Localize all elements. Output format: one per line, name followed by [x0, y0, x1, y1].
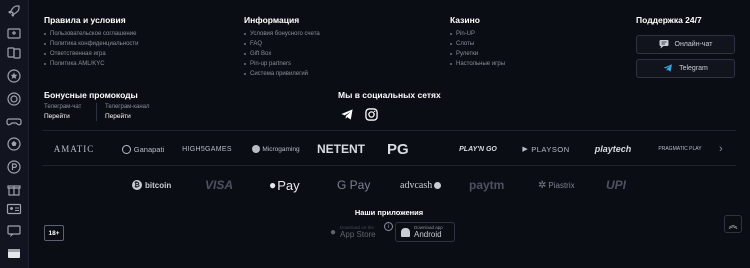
- casino-link-roulette[interactable]: Рулетки: [450, 49, 505, 59]
- terms-title: Правила и условия: [44, 15, 126, 25]
- payment-bitcoin-label: bitcoin: [145, 180, 172, 190]
- divider-middle: [42, 165, 736, 166]
- payment-google-pay: G Pay: [337, 178, 371, 192]
- provider-ganapati-label: Ganapati: [133, 144, 165, 154]
- android-icon: [401, 227, 410, 237]
- target-icon[interactable]: [5, 90, 23, 108]
- app-store-button[interactable]: ● Download on the App Store: [325, 222, 381, 242]
- gamepad-icon[interactable]: [5, 112, 23, 130]
- android-big-label: Android: [414, 230, 442, 239]
- apple-icon: ●: [269, 178, 277, 192]
- payment-paytm: paytm: [469, 178, 505, 192]
- provider-pgsoft-label: PG: [387, 140, 409, 158]
- payment-advcash: advcash: [400, 177, 442, 193]
- chevron-right-icon[interactable]: ›: [719, 143, 729, 155]
- promo-telegram-chat-label: Телеграм-чат: [44, 104, 82, 110]
- payment-apple-pay: ● Pay: [269, 177, 300, 193]
- casino-title: Казино: [450, 15, 480, 25]
- casino-link-table-games[interactable]: Настольные игры: [450, 59, 505, 69]
- pinup-icon[interactable]: [5, 158, 23, 176]
- terms-link-privacy-policy[interactable]: Политика конфиденциальности: [44, 39, 139, 49]
- chat-bubble-icon: [659, 39, 669, 51]
- casino-list: Pin-UP Слоты Рулетки Настольные игры: [450, 29, 505, 69]
- info-link-gift-box[interactable]: Gift Box: [244, 49, 320, 59]
- payment-apple-pay-label: Pay: [277, 177, 300, 193]
- payment-advcash-label: advcash: [400, 179, 433, 191]
- instagram-icon[interactable]: [363, 106, 379, 122]
- playson-logo-icon: ▶: [522, 146, 529, 153]
- provider-pragmatic-play[interactable]: PRAGMATIC PLAY: [656, 142, 704, 156]
- apple-store-icon: ●: [330, 226, 337, 238]
- provider-playtech[interactable]: playtech: [589, 142, 637, 156]
- terms-list: Пользовательское соглашение Политика кон…: [44, 29, 139, 69]
- bitcoin-icon: ₿: [132, 180, 142, 190]
- soccer-ball-icon[interactable]: [5, 135, 23, 153]
- rocket-icon[interactable]: [5, 3, 23, 21]
- social-title: Мы в социальных сетях: [338, 90, 441, 100]
- sidebar: [0, 0, 29, 268]
- id-card-icon[interactable]: [5, 200, 23, 218]
- provider-playson-label: PLAYSON: [531, 144, 570, 154]
- info-link-bonus-terms[interactable]: Условия бонусного счета: [244, 29, 320, 39]
- gift-icon[interactable]: [5, 180, 23, 198]
- piastrix-logo-icon: ✲: [538, 179, 547, 191]
- provider-playngo[interactable]: PLAY'N GO: [455, 142, 501, 156]
- info-title: Информация: [244, 15, 300, 25]
- promo-telegram-channel-link[interactable]: Перейти: [105, 113, 131, 120]
- promo-divider: [96, 103, 97, 121]
- casino-link-pinup[interactable]: Pin-UP: [450, 29, 505, 39]
- terms-link-user-agreement[interactable]: Пользовательское соглашение: [44, 29, 139, 39]
- age-restriction-badge: 18+: [44, 225, 64, 241]
- info-list: Условия бонусного счета FAQ Gift Box Pin…: [244, 29, 320, 79]
- telegram-support-button[interactable]: Telegram: [636, 59, 735, 78]
- ticket-icon[interactable]: [5, 24, 23, 42]
- promo-telegram-channel-label: Телеграм-канал: [105, 104, 150, 110]
- terms-link-responsible-gaming[interactable]: Ответственная игра: [44, 49, 139, 59]
- provider-high5games[interactable]: HIGH5GAMES: [182, 142, 232, 156]
- footer: Правила и условия Пользовательское согла…: [29, 0, 750, 268]
- info-link-privileges[interactable]: Система привилегий: [244, 69, 320, 79]
- provider-pgsoft[interactable]: PG: [387, 140, 437, 158]
- payment-upi: UPI: [606, 178, 627, 192]
- casino-link-slots[interactable]: Слоты: [450, 39, 505, 49]
- star-icon[interactable]: [5, 67, 23, 85]
- online-chat-label: Онлайн-чат: [674, 41, 713, 48]
- android-app-button[interactable]: Download app Android: [395, 222, 455, 242]
- chat-support-icon[interactable]: [5, 222, 23, 240]
- telegram-social-icon[interactable]: [339, 106, 355, 122]
- payment-bitcoin: ₿ bitcoin: [132, 177, 171, 193]
- advcash-logo-icon: [434, 181, 442, 189]
- provider-ganapati[interactable]: Ganapati: [117, 142, 169, 156]
- info-link-faq[interactable]: FAQ: [244, 39, 320, 49]
- telegram-support-label: Telegram: [679, 65, 708, 72]
- provider-microgaming[interactable]: Microgaming: [251, 142, 301, 156]
- provider-microgaming-label: Microgaming: [262, 145, 300, 153]
- divider-top: [42, 130, 736, 131]
- microgaming-logo-icon: [252, 145, 261, 153]
- payment-piastrix: ✲ Piastrix: [538, 177, 575, 193]
- provider-amatic[interactable]: AMATIC: [51, 142, 97, 156]
- wallet-icon[interactable]: [5, 244, 23, 262]
- apps-title: Наши приложения: [354, 208, 424, 217]
- terms-link-aml-kyc[interactable]: Политика AML/KYC: [44, 59, 139, 69]
- payment-visa: VISA: [205, 178, 234, 192]
- support-title: Поддержка 24/7: [636, 15, 702, 25]
- provider-playson[interactable]: ▶ PLAYSON: [519, 142, 573, 156]
- promo-title: Бонусные промокоды: [44, 90, 138, 100]
- info-link-partners[interactable]: Pin-up partners: [244, 59, 320, 69]
- telegram-icon: [663, 63, 673, 75]
- app-store-big-label: App Store: [340, 230, 376, 239]
- info-icon[interactable]: i: [384, 222, 393, 231]
- online-chat-button[interactable]: Онлайн-чат: [636, 35, 735, 54]
- dice-icon[interactable]: [5, 44, 23, 62]
- payment-piastrix-label: Piastrix: [548, 180, 575, 190]
- ganapati-logo-icon: [121, 144, 131, 154]
- promo-telegram-chat-link[interactable]: Перейти: [44, 113, 70, 120]
- provider-netent[interactable]: NETENT: [317, 142, 365, 156]
- scroll-to-top-button[interactable]: ︽: [724, 215, 742, 233]
